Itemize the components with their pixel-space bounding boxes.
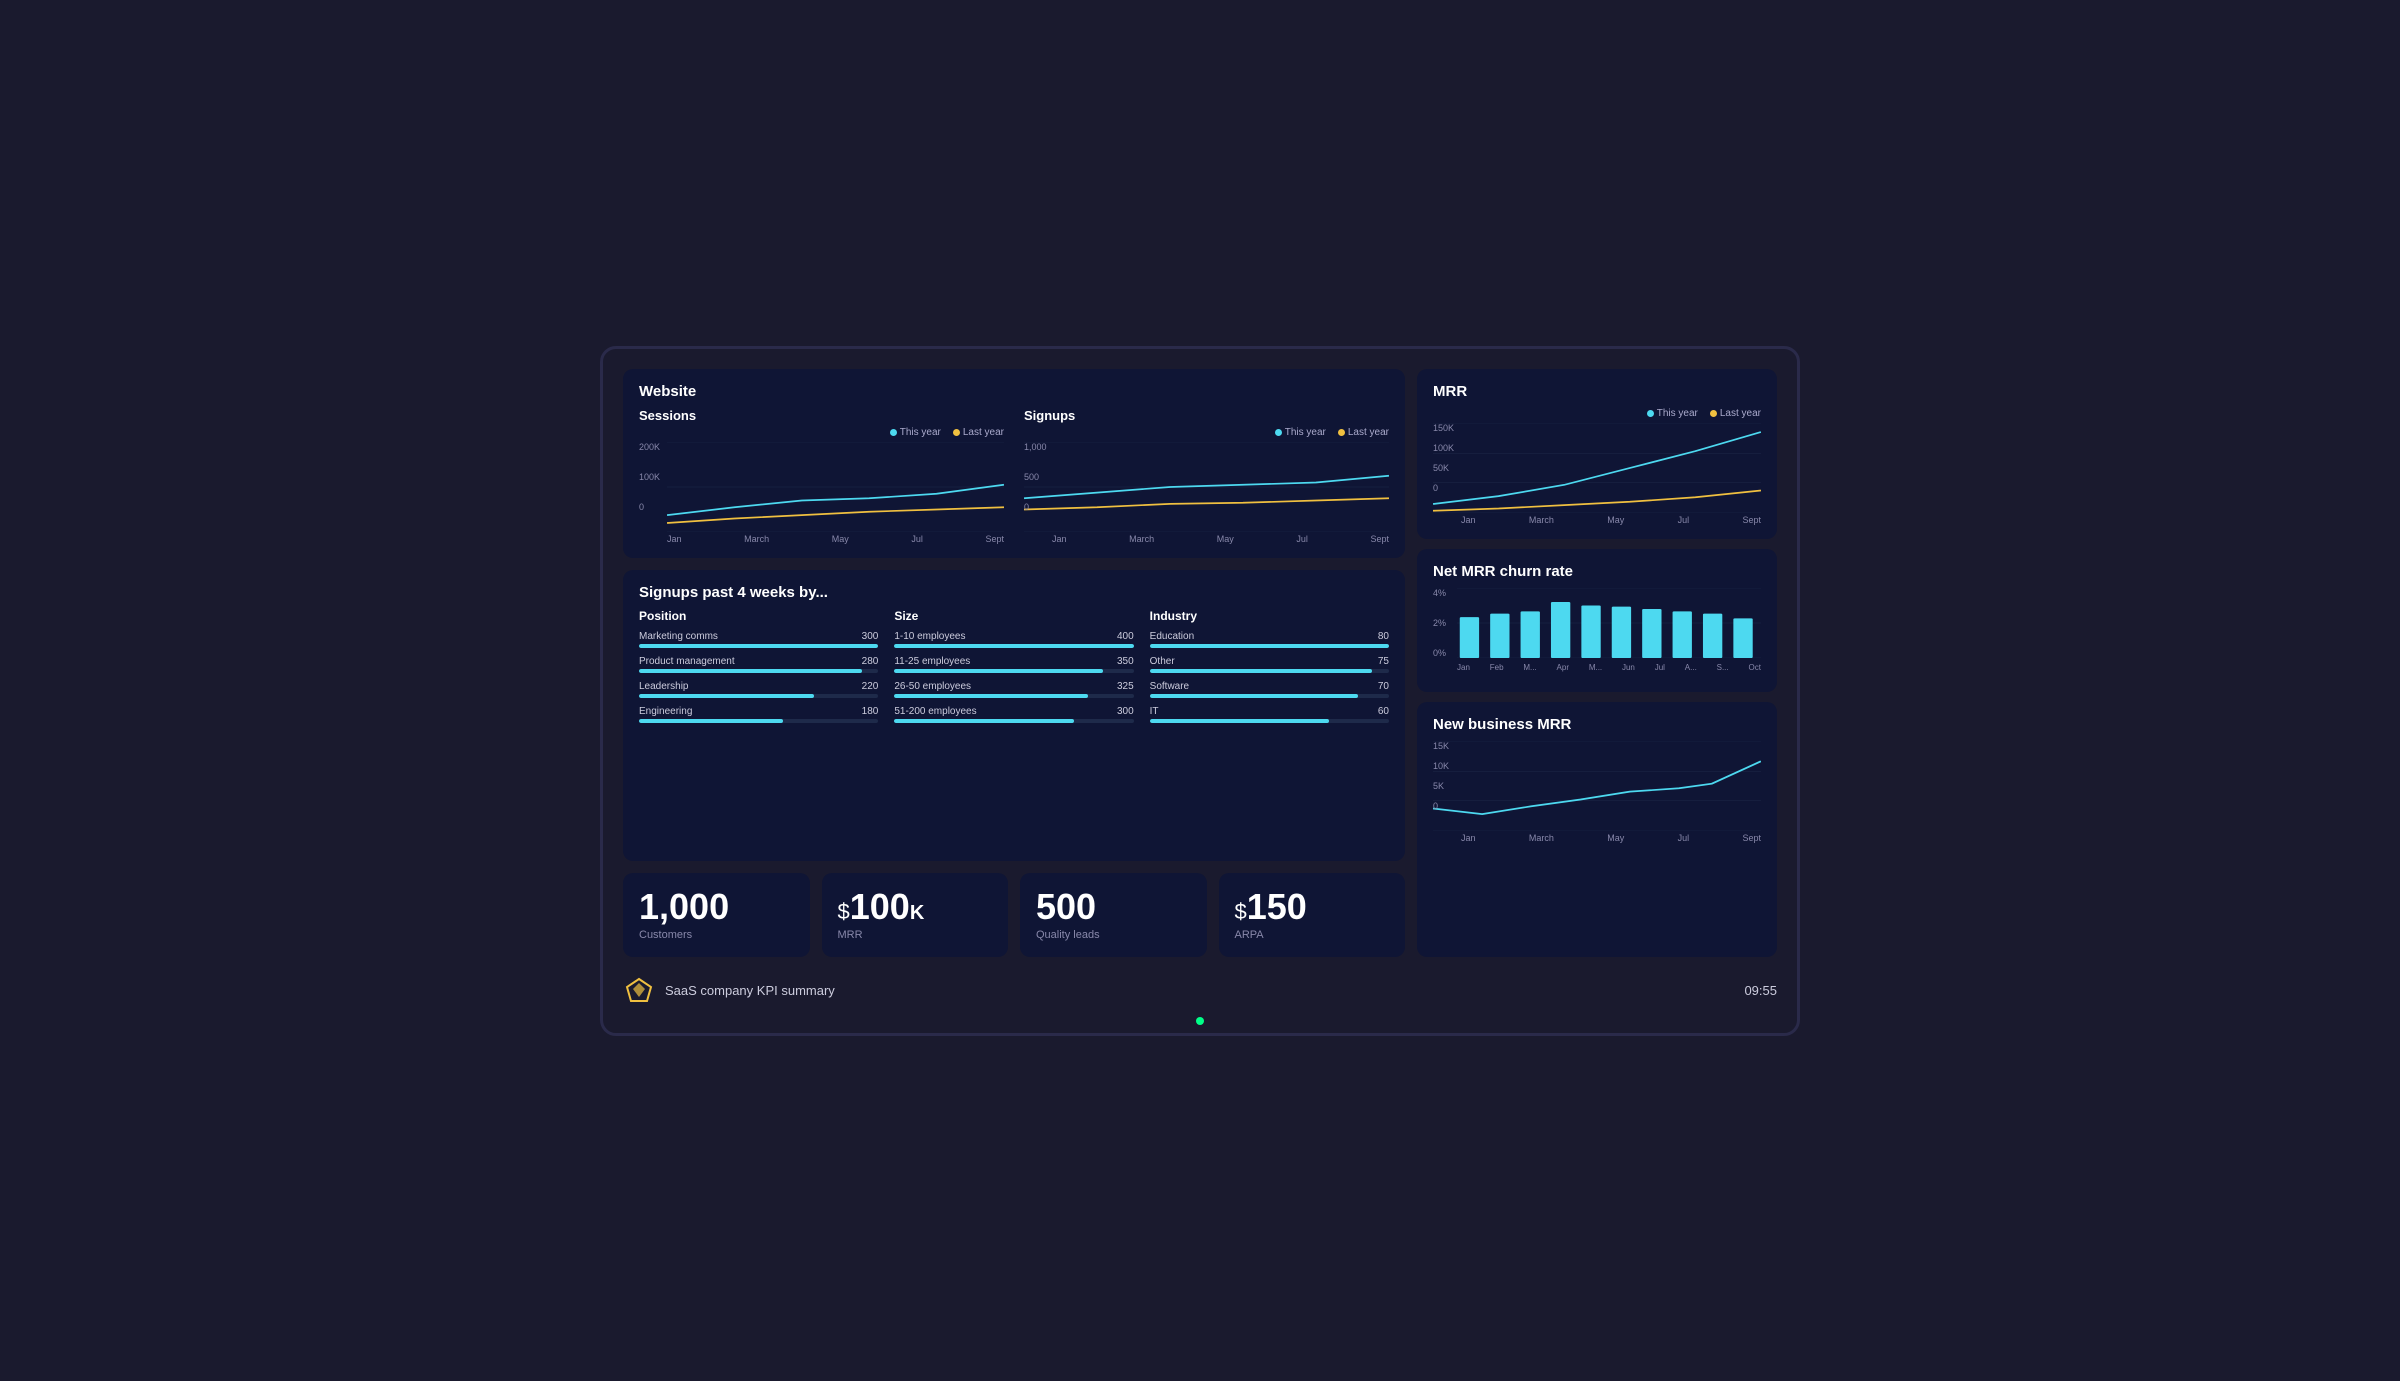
new-mrr-card: New business MRR 15K 10K 5K 0 (1417, 702, 1777, 957)
new-mrr-svg (1433, 741, 1761, 831)
leads-label: Quality leads (1036, 929, 1191, 941)
signups-legend-last-year: Last year (1338, 427, 1389, 438)
main-content: Website Sessions This year Last (623, 369, 1777, 957)
dot-blue-mrr (1647, 410, 1654, 417)
signups-x-labels: Jan March May Jul Sept (1024, 534, 1389, 544)
metric-arpa: $150 ARPA (1219, 873, 1406, 957)
footer-bar: SaaS company KPI summary 09:55 (623, 969, 1777, 1013)
new-mrr-y-labels: 15K 10K 5K 0 (1433, 741, 1449, 811)
churn-title: Net MRR churn rate (1433, 563, 1761, 580)
churn-chart-container: 4% 2% 0% (1433, 588, 1761, 678)
size-row-3: 51-200 employees 300 (894, 706, 1133, 723)
mrr-title: MRR (1433, 383, 1761, 400)
logo-icon (623, 975, 655, 1007)
churn-card: Net MRR churn rate 4% 2% 0% (1417, 549, 1777, 692)
position-row-3: Engineering 180 (639, 706, 878, 723)
signups-label: Signups (1024, 408, 1389, 423)
size-title: Size (894, 609, 1133, 623)
industry-row-3: IT 60 (1150, 706, 1389, 723)
sessions-legend-last-year: Last year (953, 427, 1004, 438)
left-panel: Website Sessions This year Last (623, 369, 1405, 957)
website-card: Website Sessions This year Last (623, 369, 1405, 558)
signups-past-card: Signups past 4 weeks by... Position Mark… (623, 570, 1405, 861)
signups-chart-section: Signups This year Last year (1024, 408, 1389, 544)
signups-legend: This year Last year (1024, 427, 1389, 438)
website-title: Website (639, 383, 1389, 400)
footer-time: 09:55 (1744, 983, 1777, 998)
size-row-1: 11-25 employees 350 (894, 656, 1133, 673)
arpa-label: ARPA (1235, 929, 1390, 941)
position-title: Position (639, 609, 878, 623)
app-title: SaaS company KPI summary (665, 983, 835, 998)
industry-section: Industry Education 80 Other 75 (1150, 609, 1389, 731)
industry-title: Industry (1150, 609, 1389, 623)
position-row-2: Leadership 220 (639, 681, 878, 698)
dot-yellow-mrr (1710, 410, 1717, 417)
status-dot (1196, 1017, 1204, 1025)
sessions-x-labels: Jan March May Jul Sept (639, 534, 1004, 544)
sessions-legend: This year Last year (639, 427, 1004, 438)
sessions-chart-section: Sessions This year Last year (639, 408, 1004, 544)
churn-svg (1433, 588, 1761, 658)
size-row-2: 26-50 employees 325 (894, 681, 1133, 698)
metric-mrr: $100K MRR (822, 873, 1009, 957)
mrr-card: MRR This year Last year 150K 100K (1417, 369, 1777, 539)
mrr-legend: This year Last year (1433, 408, 1761, 419)
metric-leads: 500 Quality leads (1020, 873, 1207, 957)
sessions-chart-container: 200K 100K 0 (639, 442, 1004, 532)
signups-y-labels: 1,000 500 0 (1024, 442, 1047, 512)
sessions-legend-this-year: This year (890, 427, 941, 438)
sessions-label: Sessions (639, 408, 1004, 423)
mrr-label: MRR (838, 929, 993, 941)
dot-blue-signups (1275, 429, 1282, 436)
mrr-y-labels: 150K 100K 50K 0 (1433, 423, 1454, 493)
industry-row-1: Other 75 (1150, 656, 1389, 673)
right-panel: MRR This year Last year 150K 100K (1417, 369, 1777, 957)
customers-value: 1,000 (639, 889, 794, 925)
signups-content: Position Marketing comms 300 Product man… (639, 609, 1389, 731)
new-mrr-title: New business MRR (1433, 716, 1761, 733)
mrr-x-labels: Jan March May Jul Sept (1433, 515, 1761, 525)
dot-yellow-sessions (953, 429, 960, 436)
position-section: Position Marketing comms 300 Product man… (639, 609, 878, 731)
mrr-chart-container: 150K 100K 50K 0 (1433, 423, 1761, 513)
dot-yellow-signups (1338, 429, 1345, 436)
signups-past-title: Signups past 4 weeks by... (639, 584, 1389, 601)
new-mrr-x-labels: Jan March May Jul Sept (1433, 833, 1761, 843)
metrics-row: 1,000 Customers $100K MRR 500 Quality le… (623, 873, 1405, 957)
customers-label: Customers (639, 929, 794, 941)
size-section: Size 1-10 employees 400 11-25 employees (894, 609, 1133, 731)
churn-y-labels: 4% 2% 0% (1433, 588, 1446, 658)
industry-row-2: Software 70 (1150, 681, 1389, 698)
mrr-svg (1433, 423, 1761, 513)
arpa-value: $150 (1235, 889, 1390, 925)
churn-x-labels: Jan Feb M... Apr M... Jun Jul A... S... … (1433, 663, 1761, 672)
signups-legend-this-year: This year (1275, 427, 1326, 438)
size-row-0: 1-10 employees 400 (894, 631, 1133, 648)
metric-customers: 1,000 Customers (623, 873, 810, 957)
leads-value: 500 (1036, 889, 1191, 925)
sessions-y-labels: 200K 100K 0 (639, 442, 660, 512)
mrr-value: $100K (838, 889, 993, 925)
charts-row: Sessions This year Last year (639, 408, 1389, 544)
dashboard-screen: Website Sessions This year Last (600, 346, 1800, 1036)
position-row-1: Product management 280 (639, 656, 878, 673)
sessions-svg (639, 442, 1004, 532)
signups-chart-container: 1,000 500 0 (1024, 442, 1389, 532)
footer-left: SaaS company KPI summary (623, 975, 835, 1007)
signups-svg (1024, 442, 1389, 532)
industry-row-0: Education 80 (1150, 631, 1389, 648)
new-mrr-chart-container: 15K 10K 5K 0 (1433, 741, 1761, 831)
position-row-0: Marketing comms 300 (639, 631, 878, 648)
dot-blue-sessions (890, 429, 897, 436)
